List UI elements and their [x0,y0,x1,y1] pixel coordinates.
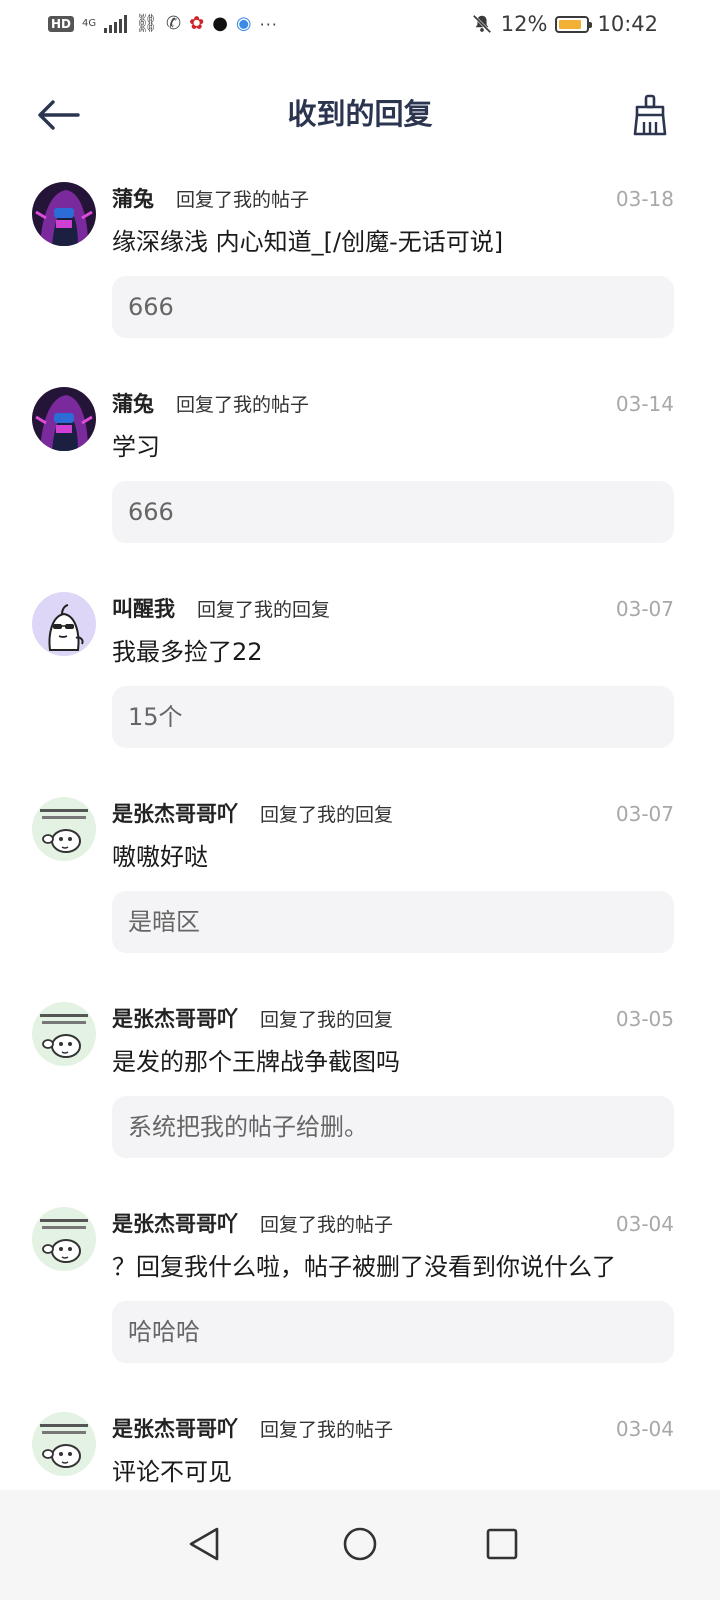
reply-item[interactable]: 是张杰哥哥吖 回复了我的回复 03-07 嗷嗷好哒 是暗区 [0,795,720,1000]
nav-back-button[interactable] [168,1508,240,1580]
system-nav-bar [0,1490,720,1600]
reply-item[interactable]: 叫醒我 回复了我的回复 03-07 我最多捡了22 15个 [0,590,720,795]
triangle-back-icon [189,1527,219,1561]
reply-content[interactable]: 嗷嗷好哒 [112,839,662,875]
avatar-sticker-icon [32,1002,96,1066]
reply-date: 03-07 [615,802,674,826]
quoted-original[interactable]: 哈哈哈 [112,1301,674,1363]
reply-list[interactable]: 蒲兔 回复了我的帖子 03-18 缘深缘浅 内心知道_[/创魔-无话可说] 666… [0,180,720,1490]
status-left: HD 4G ⛓ ✆ ✿ ● ◉ ··· [48,10,278,38]
username[interactable]: 蒲兔 [112,187,154,211]
reply-action: 回复了我的帖子 [176,394,310,416]
quoted-original[interactable]: 666 [112,481,674,543]
user-avatar[interactable] [32,387,96,451]
reply-content[interactable]: 评论不可见 [112,1454,662,1490]
reply-header: 是张杰哥哥吖 回复了我的帖子 [112,1209,393,1240]
reply-header: 叫醒我 回复了我的回复 [112,594,330,625]
reply-header: 是张杰哥哥吖 回复了我的回复 [112,1004,393,1035]
reply-action: 回复了我的回复 [260,1009,394,1031]
app-header: 收到的回复 [0,70,720,160]
signal-icon [104,15,128,33]
reply-action: 回复了我的帖子 [260,1419,394,1441]
user-avatar[interactable] [32,1412,96,1476]
more-notifications-icon: ··· [259,14,278,34]
clear-button[interactable] [626,90,674,140]
reply-header: 是张杰哥哥吖 回复了我的帖子 [112,1414,393,1445]
mute-bell-icon [472,14,492,34]
username[interactable]: 蒲兔 [112,392,154,416]
reply-action: 回复了我的回复 [260,804,394,826]
avatar-purple-hood-icon [32,182,96,246]
reply-item[interactable]: 是张杰哥哥吖 回复了我的帖子 03-04 ？回复我什么啦，帖子被删了没看到你说什么… [0,1205,720,1410]
battery-icon [555,15,593,33]
reply-item[interactable]: 蒲兔 回复了我的帖子 03-18 缘深缘浅 内心知道_[/创魔-无话可说] 666 [0,180,720,385]
reply-item[interactable]: 是张杰哥哥吖 回复了我的回复 03-05 是发的那个王牌战争截图吗 系统把我的帖子… [0,1000,720,1205]
reply-content[interactable]: 我最多捡了22 [112,634,662,670]
unicom-icon: ✿ [189,13,205,34]
user-avatar[interactable] [32,592,96,656]
user-avatar[interactable] [32,1207,96,1271]
username[interactable]: 是张杰哥哥吖 [112,802,238,826]
reply-date: 03-07 [615,597,674,621]
nav-home-button[interactable] [324,1508,396,1580]
reply-content[interactable]: 缘深缘浅 内心知道_[/创魔-无话可说] [112,224,662,260]
reply-date: 03-14 [615,392,674,416]
circle-home-icon [343,1527,377,1561]
nav-recents-button[interactable] [466,1508,538,1580]
qq-icon: ● [212,13,228,34]
page-title: 收到的回复 [287,97,433,131]
square-recents-icon [486,1528,518,1560]
quoted-original[interactable]: 系统把我的帖子给删。 [112,1096,674,1158]
reply-item[interactable]: 是张杰哥哥吖 回复了我的帖子 03-04 评论不可见 [0,1410,720,1490]
username[interactable]: 是张杰哥哥吖 [112,1007,238,1031]
username[interactable]: 是张杰哥哥吖 [112,1212,238,1236]
reply-content[interactable]: 学习 [112,429,662,465]
quoted-original[interactable]: 是暗区 [112,891,674,953]
reply-date: 03-04 [615,1417,674,1441]
status-right: 12% 10:42 [471,10,658,38]
username[interactable]: 是张杰哥哥吖 [112,1417,238,1441]
reply-date: 03-04 [615,1212,674,1236]
reply-content[interactable]: 是发的那个王牌战争截图吗 [112,1044,662,1080]
username[interactable]: 叫醒我 [112,597,175,621]
reply-header: 是张杰哥哥吖 回复了我的回复 [112,799,393,830]
call-icon: ✆ [166,13,182,34]
reply-date: 03-05 [615,1007,674,1031]
reply-header: 蒲兔 回复了我的帖子 [112,184,309,215]
avatar-sticker-icon [32,1412,96,1476]
browser-icon: ◉ [235,13,252,34]
reply-date: 03-18 [615,187,674,211]
broom-icon [633,94,667,136]
reply-item[interactable]: 蒲兔 回复了我的帖子 03-14 学习 666 [0,385,720,590]
reply-action: 回复了我的帖子 [260,1214,394,1236]
status-bar: HD 4G ⛓ ✆ ✿ ● ◉ ··· 12% 10:42 [0,0,720,48]
reply-content[interactable]: ？回复我什么啦，帖子被删了没看到你说什么了 [112,1249,662,1285]
user-avatar[interactable] [32,182,96,246]
user-avatar[interactable] [32,797,96,861]
reply-header: 蒲兔 回复了我的帖子 [112,389,309,420]
quoted-original[interactable]: 15个 [112,686,674,748]
network-type: 4G [82,18,97,29]
avatar-sticker-icon [32,1207,96,1271]
reply-action: 回复了我的回复 [197,599,331,621]
avatar-cartoon-face-icon [32,592,96,656]
link-icon: ⛓ [135,13,158,34]
battery-percent: 12% [500,12,548,36]
avatar-purple-hood-icon [32,387,96,451]
clock: 10:42 [597,12,658,36]
hd-badge: HD [48,16,75,32]
quoted-original[interactable]: 666 [112,276,674,338]
avatar-sticker-icon [32,797,96,861]
reply-action: 回复了我的帖子 [176,189,310,211]
user-avatar[interactable] [32,1002,96,1066]
